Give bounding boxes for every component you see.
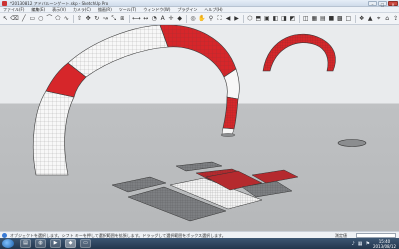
tape-measure-icon[interactable]: ⟷ (132, 15, 141, 23)
menu-item-0[interactable]: ファイル(F) (3, 7, 24, 12)
window-title: *20130812 アドバルーンゲート.skp - SketchUp Pro (10, 1, 109, 6)
zoom-icon[interactable]: ⚲ (208, 15, 215, 23)
menu-item-5[interactable]: ツール(T) (119, 7, 137, 12)
toolbar-separator (185, 14, 187, 23)
taskbar-items: ▤ ◍ ▶ ◆ ▭ (20, 239, 91, 248)
toolbar-separator (128, 14, 130, 23)
toolbar-separator (242, 14, 244, 23)
select-arrow-icon[interactable]: ↖ (2, 15, 9, 23)
toolbar: ↖ ⌫ ╱ ▭ ○ ⌒ ⬠ ∿ ⇧ ✥ ↻ ↝ ⤡ ⧈ ⟷ ↔ ◔ A ✛ ◆ ◎ ✋ ⚲ ⛶ ◀ ▶ ⬡ ⬒ ▣ ◧ ◨ ◩ ◫ ▦ ▤ ■ ▩ □ ❖ ▲… (0, 13, 399, 25)
textured-icon[interactable]: ▩ (337, 15, 344, 23)
shaded-icon[interactable]: ■ (328, 15, 335, 23)
folder-icon[interactable]: ▭ (80, 239, 91, 248)
xray-icon[interactable]: ◫ (303, 15, 310, 23)
menu-item-8[interactable]: ヘルプ(H) (204, 7, 222, 12)
wireframe-icon[interactable]: ▦ (311, 15, 318, 23)
follow-me-icon[interactable]: ↝ (102, 15, 109, 23)
sketchup-icon[interactable]: ◆ (65, 239, 76, 248)
toolbar-separator (298, 14, 300, 23)
left-view-icon[interactable]: ◩ (289, 15, 296, 23)
pencil-line-icon[interactable]: ╱ (21, 15, 28, 23)
windows-start-icon[interactable] (2, 239, 14, 248)
eraser-icon[interactable]: ⌫ (10, 15, 18, 23)
sketchup-app-icon[interactable] (2, 1, 7, 6)
arc-icon[interactable]: ⌒ (46, 15, 53, 23)
menu-item-1[interactable]: 編集(E) (31, 7, 45, 12)
network-icon[interactable]: ▦ (358, 241, 363, 247)
status-bar: オブジェクトを選択します。シフト キーを押して選択範囲を拡張します。ドラッグして… (0, 231, 399, 238)
maximize-button[interactable]: □ (378, 1, 387, 7)
text-icon[interactable]: A (159, 15, 166, 23)
system-tray: ♪ ▦ ⚑ 15:40 2013/08/12 (352, 238, 396, 249)
ground-disc[interactable] (337, 139, 367, 147)
menu-item-6[interactable]: ウィンドウ(W) (143, 7, 170, 12)
media-icon[interactable]: ▶ (50, 239, 61, 248)
hidden-line-icon[interactable]: ▤ (320, 15, 327, 23)
top-view-icon[interactable]: ⬒ (255, 15, 262, 23)
sandbox-icon[interactable]: ▲ (367, 15, 374, 23)
rotate-icon[interactable]: ↻ (93, 15, 100, 23)
component-icon[interactable]: ❖ (358, 15, 365, 23)
far-balloon-arch[interactable] (262, 33, 336, 72)
push-pull-icon[interactable]: ⇧ (76, 15, 83, 23)
offset-icon[interactable]: ⧈ (119, 15, 126, 23)
menu-item-3[interactable]: カメラ(C) (73, 7, 91, 12)
previous-view-icon[interactable]: ◀ (225, 15, 232, 23)
dimension-icon[interactable]: ↔ (142, 15, 149, 23)
toolbar-separator (354, 14, 356, 23)
minimize-button[interactable]: – (368, 1, 377, 7)
rectangle-icon[interactable]: ▭ (29, 15, 36, 23)
clock[interactable]: 15:40 2013/08/12 (373, 239, 396, 249)
next-view-icon[interactable]: ▶ (233, 15, 240, 23)
warehouse-icon[interactable]: ⌂ (384, 15, 391, 23)
zoom-extents-icon[interactable]: ⛶ (216, 15, 223, 23)
flag-icon[interactable]: ⚑ (365, 241, 369, 247)
back-view-icon[interactable]: ◨ (281, 15, 288, 23)
model-viewport[interactable] (0, 25, 399, 231)
move-icon[interactable]: ✥ (85, 15, 92, 23)
pan-icon[interactable]: ✋ (198, 15, 205, 23)
circle-icon[interactable]: ○ (38, 15, 45, 23)
clock-date: 2013/08/12 (372, 243, 396, 249)
iso-view-icon[interactable]: ⬡ (247, 15, 254, 23)
axes-icon[interactable]: ✛ (168, 15, 175, 23)
speaker-icon[interactable]: ♪ (352, 241, 355, 247)
ground-mats[interactable] (111, 161, 299, 222)
explorer-icon[interactable]: ▤ (20, 239, 31, 248)
freehand-icon[interactable]: ∿ (63, 15, 70, 23)
right-view-icon[interactable]: ◧ (272, 15, 279, 23)
scale-icon[interactable]: ⤡ (110, 15, 117, 23)
menu-item-4[interactable]: 描画(R) (98, 7, 112, 12)
polygon-icon[interactable]: ⬠ (55, 15, 62, 23)
monochrome-icon[interactable]: □ (345, 15, 352, 23)
taskbar: ▤ ◍ ▶ ◆ ▭ ♪ ▦ ⚑ 15:40 2013/08/12 (0, 238, 399, 249)
front-view-icon[interactable]: ▣ (264, 15, 271, 23)
paint-bucket-icon[interactable]: ◆ (176, 15, 183, 23)
menu-item-7[interactable]: プラグイン (177, 7, 197, 12)
main-balloon-arch[interactable] (32, 25, 240, 176)
geo-location-icon[interactable]: ⌖ (375, 15, 382, 23)
orbit-icon[interactable]: ◎ (190, 15, 197, 23)
share-icon[interactable]: ⇪ (392, 15, 399, 23)
scene-canvas[interactable] (0, 25, 399, 231)
tray-icons: ♪ ▦ ⚑ (352, 241, 370, 247)
close-button[interactable]: × (388, 1, 398, 7)
protractor-icon[interactable]: ◔ (151, 15, 158, 23)
toolbar-separator (72, 14, 74, 23)
browser-icon[interactable]: ◍ (35, 239, 46, 248)
menu-item-2[interactable]: 表示(V) (52, 7, 66, 12)
title-bar: *20130812 アドバルーンゲート.skp - SketchUp Pro –… (0, 0, 399, 7)
